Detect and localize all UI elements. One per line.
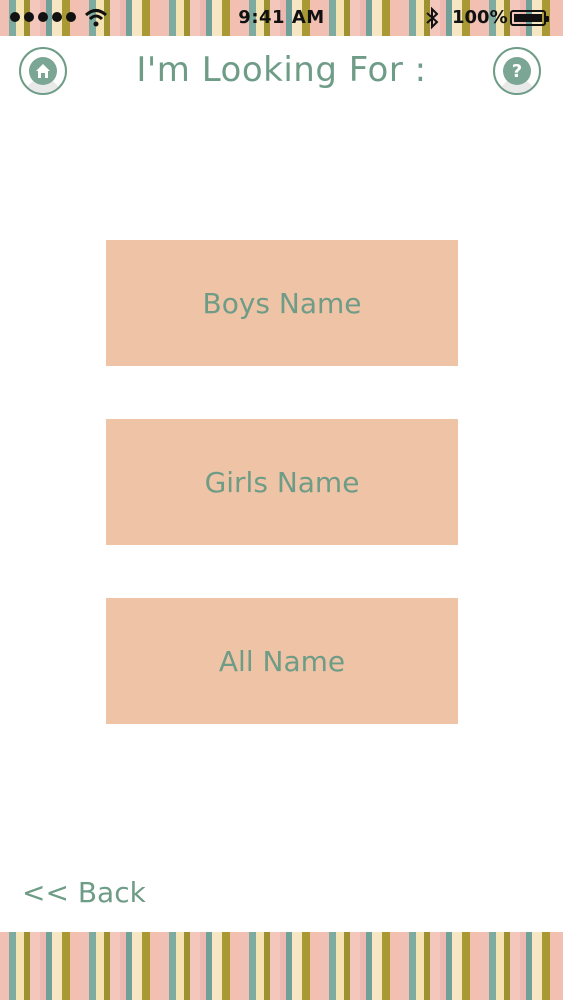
all-name-button[interactable]: All Name xyxy=(106,598,458,724)
status-bar: 9:41 AM 100% xyxy=(0,0,563,36)
battery-percentage: 100% xyxy=(452,7,508,28)
bottom-stripe-banner xyxy=(0,932,563,1000)
bluetooth-icon xyxy=(426,6,439,30)
back-button[interactable]: << Back xyxy=(22,876,146,909)
help-button[interactable]: ? xyxy=(493,47,541,95)
question-mark-icon: ? xyxy=(503,57,531,85)
boys-name-button[interactable]: Boys Name xyxy=(106,240,458,366)
page-title: I'm Looking For : xyxy=(136,50,427,90)
battery-icon xyxy=(510,10,549,26)
girls-name-button[interactable]: Girls Name xyxy=(106,419,458,545)
